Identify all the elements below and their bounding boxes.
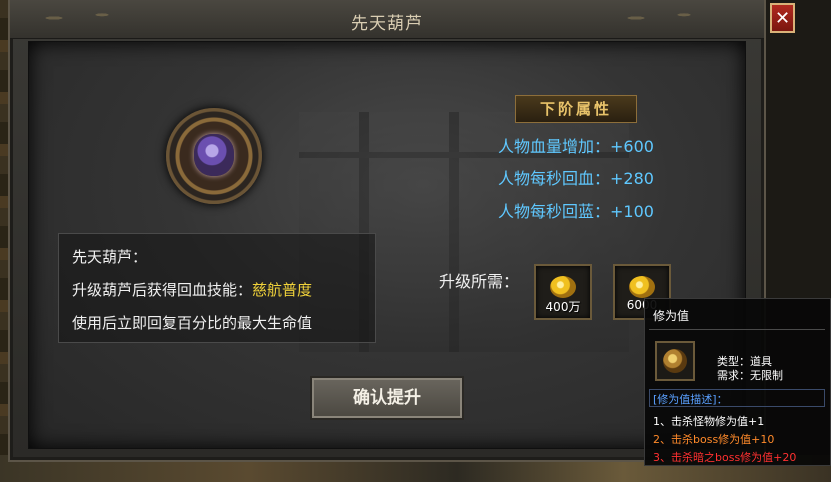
description-name: 先天葫芦： bbox=[72, 248, 148, 266]
description-effect: 使用后立即回复百分比的最大生命值 bbox=[72, 314, 313, 332]
skill-name: 慈航普度 bbox=[252, 281, 313, 299]
attribute-mp-regen: 人物每秒回蓝：+100 bbox=[498, 202, 654, 221]
attribute-hp-regen: 人物每秒回血：+280 bbox=[498, 169, 654, 188]
item-tooltip: 修为值 类型：道具 需求：无限制 [修为值描述]： 1、击杀怪物修为值+1 2、… bbox=[644, 298, 831, 466]
tooltip-line-2: 2、击杀boss修为值+10 bbox=[653, 433, 775, 446]
requirements-label: 升级所需： bbox=[439, 272, 520, 291]
tooltip-section-header: [修为值描述]： bbox=[653, 393, 728, 406]
gold-icon bbox=[550, 276, 576, 298]
confirm-upgrade-button[interactable]: 确认提升 bbox=[310, 376, 464, 420]
tooltip-divider bbox=[649, 329, 825, 330]
next-attributes-header: 下阶属性 bbox=[515, 95, 637, 123]
description-skill-prefix: 升级葫芦后获得回血技能： bbox=[72, 281, 253, 299]
window-title: 先天葫芦 bbox=[351, 14, 423, 34]
window-titlebar[interactable]: 先天葫芦 bbox=[10, 0, 764, 39]
cultivation-orb-icon bbox=[629, 276, 655, 298]
cultivation-orb-icon bbox=[663, 349, 687, 373]
tooltip-item-icon bbox=[655, 341, 695, 381]
gourd-gem-icon bbox=[194, 134, 234, 176]
tooltip-title: 修为值 bbox=[653, 309, 690, 323]
description-skill-line: 升级葫芦后获得回血技能：慈航普度 bbox=[72, 279, 312, 300]
close-button[interactable]: ✕ bbox=[770, 3, 795, 33]
tooltip-line-1: 1、击杀怪物修为值+1 bbox=[653, 415, 765, 428]
attribute-hp-increase: 人物血量增加：+600 bbox=[498, 137, 654, 156]
tooltip-need: 需求：无限制 bbox=[717, 369, 783, 382]
gourd-item-icon bbox=[166, 108, 262, 204]
gold-amount: 400万 bbox=[545, 300, 581, 314]
requirement-slot-gold[interactable]: 400万 bbox=[534, 264, 592, 320]
tooltip-line-3: 3、击杀暗之boss修为值+20 bbox=[653, 451, 797, 464]
